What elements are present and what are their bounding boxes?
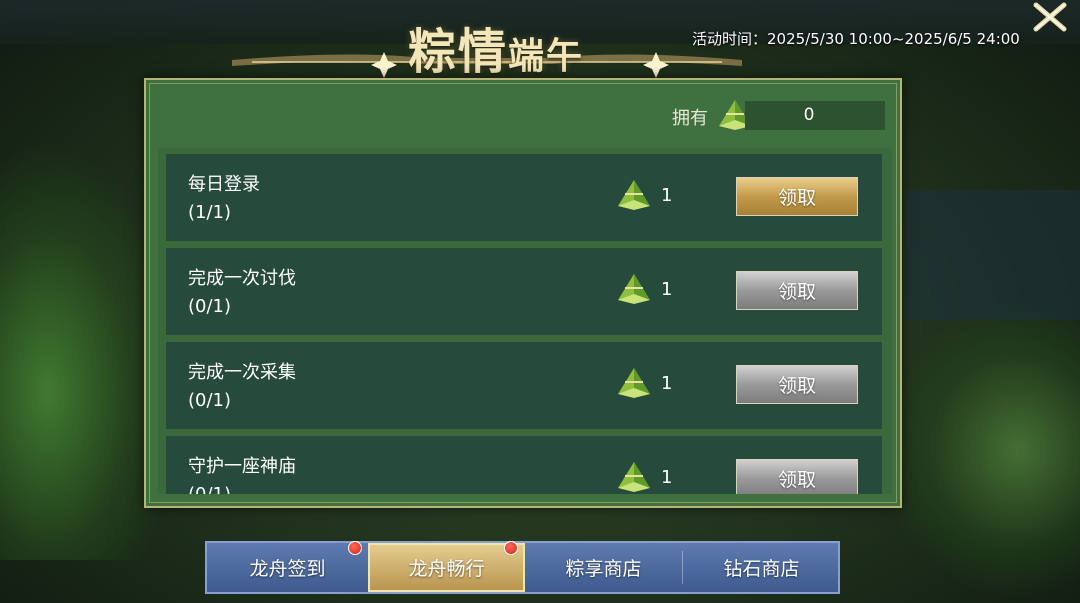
notification-badge — [348, 541, 362, 555]
reward-count: 1 — [661, 279, 673, 300]
tab-label: 龙舟畅行 — [408, 558, 485, 580]
task-row: 完成一次采集 (0/1) 1 领取 — [166, 342, 882, 429]
tab-diamond-shop[interactable]: 钻石商店 — [683, 543, 840, 592]
task-row: 每日登录 (1/1) 1 领取 — [166, 154, 882, 241]
zongzi-icon — [618, 274, 650, 304]
task-progress: (1/1) — [188, 202, 232, 223]
zongzi-icon — [618, 368, 650, 398]
task-name: 每日登录 — [188, 174, 260, 195]
task-progress: (0/1) — [188, 484, 231, 494]
tab-label: 粽享商店 — [565, 558, 642, 580]
task-row: 守护一座神庙 (0/1) 1 领取 — [166, 436, 882, 494]
close-icon — [1033, 2, 1067, 32]
activity-time: 活动时间：2025/5/30 10:00~2025/6/5 24:00 — [692, 30, 1020, 48]
zongzi-icon — [618, 462, 650, 492]
task-row: 完成一次讨伐 (0/1) 1 领取 — [166, 248, 882, 335]
claim-button[interactable]: 领取 — [736, 459, 858, 494]
reward-count: 1 — [661, 185, 673, 206]
close-button[interactable] — [1028, 0, 1072, 34]
claim-button[interactable]: 领取 — [736, 271, 858, 310]
title-sub: 端午 — [508, 35, 585, 77]
tab-zongzi-shop[interactable]: 粽享商店 — [525, 543, 682, 592]
claim-button[interactable]: 领取 — [736, 365, 858, 404]
reward-count: 1 — [661, 373, 673, 394]
task-name: 完成一次讨伐 — [188, 268, 296, 289]
tab-label: 钻石商店 — [723, 558, 800, 580]
title-main: 粽情 — [408, 24, 509, 80]
background-leaf-right — [880, 300, 1080, 600]
claim-button[interactable]: 领取 — [736, 177, 858, 216]
reward-count: 1 — [661, 467, 673, 488]
tab-label: 龙舟签到 — [249, 558, 326, 580]
task-progress: (0/1) — [188, 296, 232, 317]
task-name: 完成一次采集 — [188, 362, 296, 383]
owned-label: 拥有 — [672, 108, 708, 129]
zongzi-icon — [618, 180, 650, 210]
task-list[interactable]: 每日登录 (1/1) 1 领取 完成一次讨伐 (0/1) 1 领取 完成一次采集… — [158, 148, 892, 494]
tab-dragon-boat-checkin[interactable]: 龙舟签到 — [209, 543, 366, 592]
tab-dragon-boat-journey[interactable]: 龙舟畅行 — [368, 543, 525, 592]
event-title: 粽情端午 — [408, 12, 585, 80]
notification-badge — [504, 541, 518, 555]
owned-value: 0 — [803, 105, 815, 125]
bottom-tab-bar: 龙舟签到 龙舟畅行 粽享商店 钻石商店 — [205, 541, 840, 594]
task-name: 守护一座神庙 — [188, 456, 296, 477]
background-task-panel — [905, 190, 1080, 320]
task-progress: (0/1) — [188, 390, 232, 411]
